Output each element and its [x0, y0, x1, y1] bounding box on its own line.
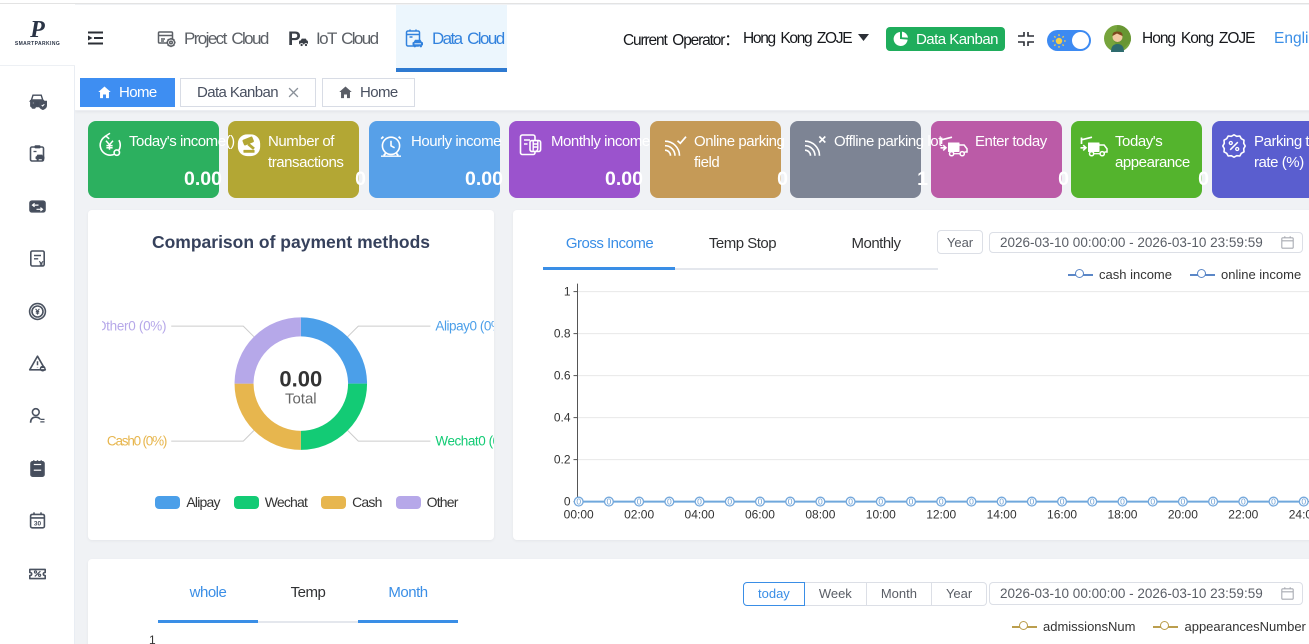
svg-text:0: 0 [1211, 497, 1216, 507]
svg-text:14:00: 14:00 [987, 508, 1017, 522]
svg-text:0: 0 [1060, 497, 1065, 507]
svg-text:06:00: 06:00 [745, 508, 775, 522]
svg-text:30: 30 [34, 520, 42, 527]
svg-text:P: P [288, 29, 301, 50]
svg-text:0: 0 [818, 497, 823, 507]
svg-text:20:00: 20:00 [1168, 508, 1198, 522]
svg-text:0: 0 [788, 497, 793, 507]
svg-text:16:00: 16:00 [1047, 508, 1077, 522]
svg-text:0: 0 [909, 497, 914, 507]
svg-text:0: 0 [576, 497, 581, 507]
svg-text:0: 0 [999, 497, 1004, 507]
svg-text:0: 0 [1241, 497, 1246, 507]
svg-text:0.00: 0.00 [279, 367, 322, 392]
svg-text:22:00: 22:00 [1228, 508, 1258, 522]
svg-text:00:00: 00:00 [564, 508, 594, 522]
svg-text:0: 0 [1301, 497, 1306, 507]
svg-text:0: 0 [969, 497, 974, 507]
svg-text:0: 0 [697, 497, 702, 507]
svg-text:0.6: 0.6 [554, 369, 571, 383]
svg-text:Cash0 (0%): Cash0 (0%) [107, 434, 167, 449]
svg-text:0: 0 [564, 495, 571, 509]
svg-text:0: 0 [1150, 497, 1155, 507]
svg-text:18:00: 18:00 [1107, 508, 1137, 522]
svg-text:0: 0 [1029, 497, 1034, 507]
svg-text:12:00: 12:00 [926, 508, 956, 522]
svg-text:0: 0 [1271, 497, 1276, 507]
svg-text:0: 0 [637, 497, 642, 507]
svg-text:0: 0 [758, 497, 763, 507]
svg-text:0.4: 0.4 [554, 411, 571, 425]
svg-text:0: 0 [667, 497, 672, 507]
svg-text:08:00: 08:00 [805, 508, 835, 522]
svg-text:1: 1 [564, 285, 571, 299]
svg-text:0.8: 0.8 [554, 327, 571, 341]
svg-text:Total: Total [285, 391, 317, 408]
svg-text:0: 0 [607, 497, 612, 507]
svg-text:02:00: 02:00 [624, 508, 654, 522]
svg-text:0: 0 [848, 497, 853, 507]
svg-text:Wechat0 (0%): Wechat0 (0%) [435, 434, 494, 449]
svg-text:0.2: 0.2 [554, 453, 571, 467]
svg-text:10:00: 10:00 [866, 508, 896, 522]
svg-text:0: 0 [939, 497, 944, 507]
svg-text:0: 0 [1090, 497, 1095, 507]
svg-text:24:00: 24:00 [1289, 508, 1309, 522]
svg-text:Other0 (0%): Other0 (0%) [102, 319, 166, 334]
svg-text:0: 0 [878, 497, 883, 507]
svg-text:0: 0 [1181, 497, 1186, 507]
svg-text:Alipay0 (0%): Alipay0 (0%) [435, 319, 494, 334]
svg-text:04:00: 04:00 [685, 508, 715, 522]
svg-text:0: 0 [727, 497, 732, 507]
svg-text:0: 0 [1120, 497, 1125, 507]
